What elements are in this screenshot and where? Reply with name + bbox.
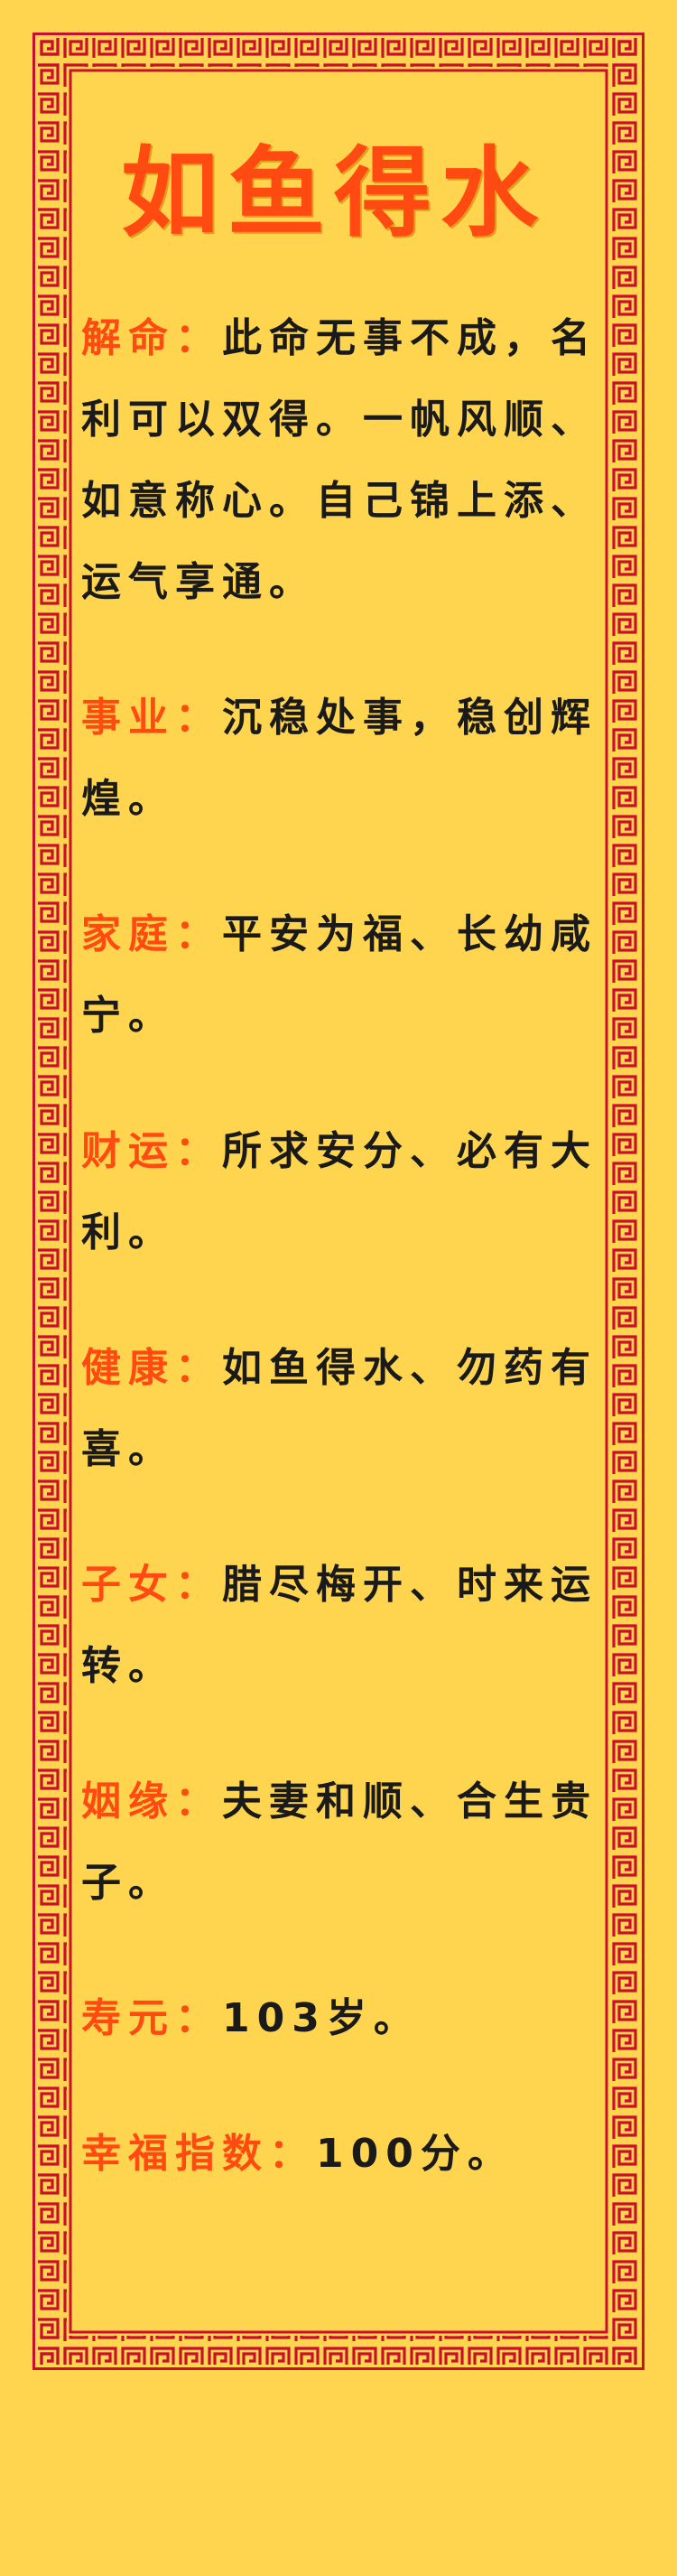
section-jieming: 解命：此命无事不成，名利可以双得。一帆风顺、如意称心。自己锦上添、运气享通。 bbox=[81, 298, 605, 623]
section-label: 健康： bbox=[81, 1345, 222, 1391]
section-label: 子女： bbox=[81, 1562, 222, 1608]
section-jiankang: 健康：如鱼得水、勿药有喜。 bbox=[81, 1328, 605, 1490]
section-shiye: 事业：沉稳处事，稳创辉煌。 bbox=[81, 677, 605, 840]
section-text: 103岁。 bbox=[222, 1995, 421, 2041]
section-label: 姻缘： bbox=[81, 1778, 222, 1825]
section-label: 幸福指数： bbox=[81, 2131, 316, 2177]
section-label: 寿元： bbox=[81, 1995, 222, 2041]
section-label: 解命： bbox=[81, 315, 222, 361]
page-title: 如鱼得水 bbox=[120, 137, 547, 250]
section-jiating: 家庭：平安为福、长幼咸宁。 bbox=[81, 894, 605, 1057]
content-area: 如鱼得水 解命：此命无事不成，名利可以双得。一帆风顺、如意称心。自己锦上添、运气… bbox=[81, 135, 605, 2249]
section-text: 100分。 bbox=[316, 2131, 515, 2177]
section-label: 事业： bbox=[81, 695, 222, 741]
section-shouyuan: 寿元：103岁。 bbox=[81, 1978, 605, 2059]
section-label: 家庭： bbox=[81, 911, 222, 957]
section-yinyuan: 姻缘：夫妻和顺、合生贵子。 bbox=[81, 1761, 605, 1924]
section-caiyun: 财运：所求安分、必有大利。 bbox=[81, 1111, 605, 1274]
section-xingfu-zhishu: 幸福指数：100分。 bbox=[81, 2114, 605, 2195]
section-label: 财运： bbox=[81, 1128, 222, 1174]
section-zinv: 子女：腊尽梅开、时来运转。 bbox=[81, 1545, 605, 1707]
